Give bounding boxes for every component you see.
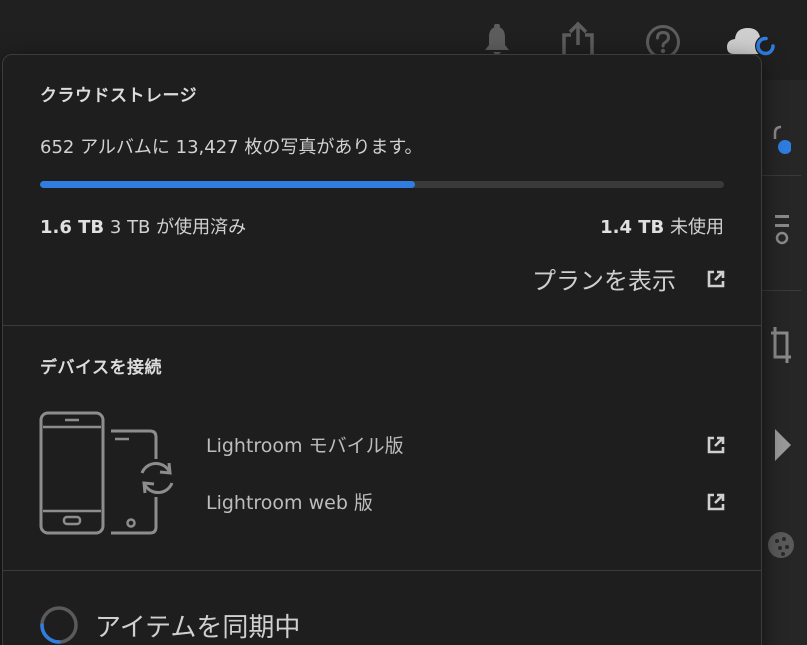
external-link-icon xyxy=(707,270,725,287)
used-amount: 1.6 TB xyxy=(40,217,105,238)
lightroom-web-label: Lightroom web 版 xyxy=(206,492,373,514)
external-link-icon xyxy=(707,436,725,453)
storage-used: 1.6 TB 3 TB が使用済み xyxy=(40,213,246,239)
used-total: 3 TB が使用済み xyxy=(109,217,247,238)
storage-summary: 652 アルバムに 13,427 枚の写真があります。 xyxy=(40,137,423,158)
storage-heading: クラウドストレージ xyxy=(40,86,198,106)
spinner-icon xyxy=(40,606,78,644)
sync-status: アイテムを同期中 xyxy=(39,605,300,645)
app-window: クラウドストレージ 652 アルバムに 13,427 枚の写真があります。 1.… xyxy=(0,0,807,645)
free-label: 未使用 xyxy=(670,217,724,238)
lightroom-mobile-label: Lightroom モバイル版 xyxy=(206,435,404,457)
devices-sync-icon xyxy=(39,411,174,535)
storage-section: クラウドストレージ 652 アルバムに 13,427 枚の写真があります。 1.… xyxy=(3,55,761,325)
view-plans-label: プランを表示 xyxy=(532,267,676,295)
lightroom-web-link[interactable]: Lightroom web 版 xyxy=(206,488,726,515)
lightroom-mobile-link[interactable]: Lightroom モバイル版 xyxy=(206,431,726,458)
storage-usage-bar xyxy=(40,181,724,188)
cloud-storage-popover: クラウドストレージ 652 アルバムに 13,427 枚の写真があります。 1.… xyxy=(2,54,762,645)
devices-heading: デバイスを接続 xyxy=(40,358,162,378)
divider xyxy=(3,325,761,326)
external-link-icon xyxy=(707,493,725,510)
storage-usage-fill xyxy=(40,181,415,188)
view-plans-link[interactable]: プランを表示 xyxy=(532,261,726,296)
divider xyxy=(3,570,761,571)
sync-label: アイテムを同期中 xyxy=(95,612,301,643)
free-amount: 1.4 TB xyxy=(600,217,665,238)
storage-free: 1.4 TB 未使用 xyxy=(600,213,724,239)
